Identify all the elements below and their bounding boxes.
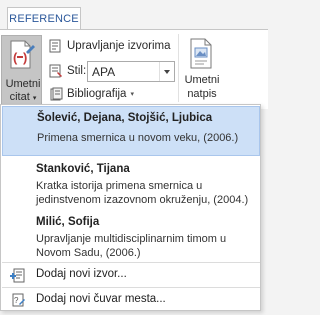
- style-label: Stil:: [67, 65, 87, 77]
- insert-citation-label-2: citat ▾: [9, 91, 37, 103]
- group-divider: [178, 34, 179, 102]
- svg-text:?: ?: [14, 296, 19, 305]
- citation-details: Primena smernica u novom veku, (2006.): [37, 132, 239, 144]
- chevron-down-icon[interactable]: [159, 62, 174, 81]
- ribbon-panel: ( ) Umetni citat ▾ Upravljanje izvorima …: [0, 29, 268, 112]
- style-icon: [49, 64, 62, 78]
- bibliography-label: Bibliografija: [67, 88, 127, 100]
- insert-citation-button[interactable]: ( ) Umetni citat ▾: [1, 35, 42, 112]
- insert-caption-label-2[interactable]: natpis: [180, 88, 224, 100]
- style-select-value: APA: [92, 65, 116, 79]
- add-placeholder-icon: ?: [12, 293, 25, 307]
- style-label-row: Stil:: [49, 64, 86, 78]
- citation-item[interactable]: Milić, Sofija Upravljanje multidisciplin…: [2, 213, 260, 263]
- insert-citation-icon: ( ): [10, 40, 35, 69]
- citation-authors: Šolević, Dejana, Stojšić, Ljubica: [37, 112, 213, 124]
- insert-citation-label-1: Umetni: [5, 78, 41, 90]
- add-source-item[interactable]: Dodaj novi izvor...: [2, 263, 260, 287]
- chevron-down-icon: ▾: [130, 91, 134, 98]
- chevron-down-icon: ▾: [32, 95, 37, 102]
- style-select[interactable]: APA: [87, 61, 175, 82]
- insert-caption-label-1[interactable]: Umetni: [180, 74, 224, 86]
- bibliography-icon: [50, 87, 63, 101]
- citation-authors: Stanković, Tijana: [36, 163, 130, 175]
- tab-reference[interactable]: REFERENCE: [7, 7, 81, 30]
- manage-sources-icon: [49, 39, 61, 53]
- add-source-icon: [10, 268, 25, 283]
- citation-authors: Milić, Sofija: [36, 216, 100, 228]
- bibliography-button[interactable]: Bibliografija ▾: [49, 87, 134, 101]
- citation-item[interactable]: Šolević, Dejana, Stojšić, Ljubica Primen…: [2, 106, 260, 156]
- add-placeholder-label: Dodaj novi čuvar mesta...: [36, 293, 166, 305]
- insert-caption-icon: [190, 38, 212, 69]
- add-placeholder-item[interactable]: ? Dodaj novi čuvar mesta...: [2, 288, 260, 311]
- citation-details: Kratka istorija primena smernica u jedin…: [36, 180, 249, 206]
- add-source-label: Dodaj novi izvor...: [36, 268, 127, 280]
- citation-item[interactable]: Stanković, Tijana Kratka istorija primen…: [2, 160, 260, 210]
- citation-dropdown: Šolević, Dejana, Stojšić, Ljubica Primen…: [0, 104, 261, 311]
- citation-details: Upravljanje multidisciplinarnim timom u …: [36, 233, 227, 259]
- manage-sources-label: Upravljanje izvorima: [67, 40, 171, 52]
- manage-sources-button[interactable]: Upravljanje izvorima: [49, 39, 171, 53]
